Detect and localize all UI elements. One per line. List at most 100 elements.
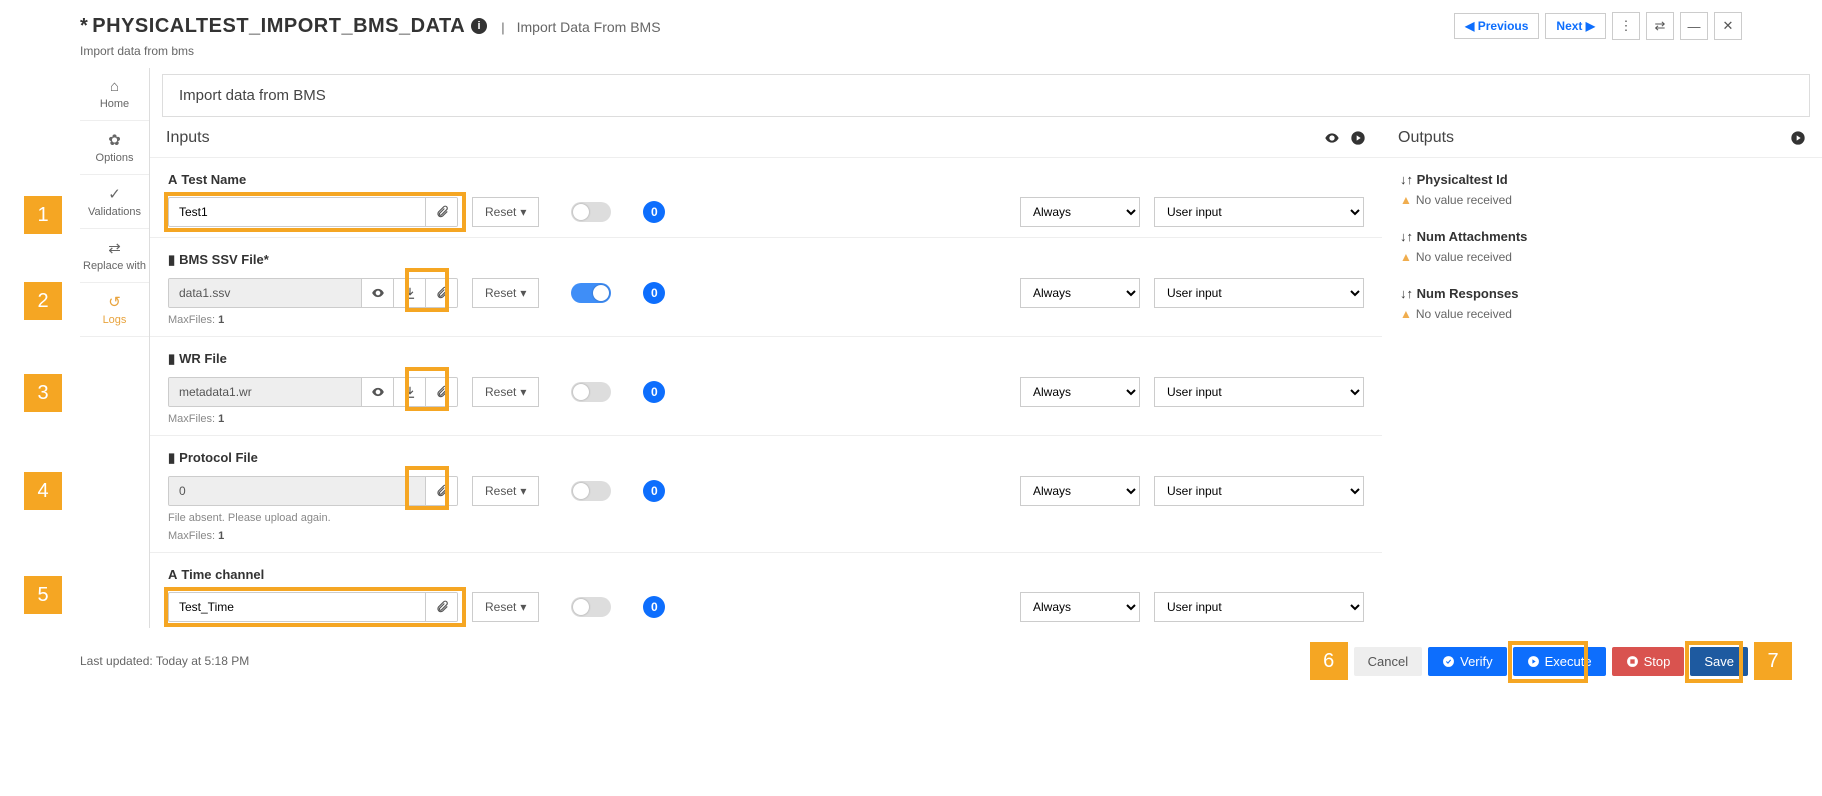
input-block-wr-file: ▮WR File Reset ▾ 0 (150, 337, 1382, 436)
toggle-time-channel[interactable] (571, 597, 611, 617)
reset-button[interactable]: Reset ▾ (472, 592, 539, 622)
source-dropdown[interactable]: User input (1154, 377, 1364, 407)
attach-icon[interactable] (425, 378, 457, 406)
more-menu-icon[interactable]: ⋮ (1612, 12, 1640, 40)
play-icon[interactable] (1790, 130, 1806, 146)
input-block-bms-ssv: ▮BMS SSV File* Reset ▾ 0 (150, 238, 1382, 337)
sidebar-item-home[interactable]: ⌂ Home (80, 68, 149, 121)
step-marker-6: 6 (1310, 642, 1348, 680)
warning-icon: ▲ (1400, 193, 1412, 207)
step-marker-5: 5 (24, 576, 62, 614)
step-marker-3: 3 (24, 374, 62, 412)
sidebar-item-logs[interactable]: ↺ Logs (80, 283, 149, 337)
file-icon: ▮ (168, 252, 175, 267)
eye-icon[interactable] (1324, 130, 1340, 146)
condition-dropdown[interactable]: Always (1020, 476, 1140, 506)
minimize-icon[interactable]: — (1680, 12, 1708, 40)
gear-icon: ✿ (82, 131, 147, 149)
sidebar-item-validations[interactable]: ✓ Validations (80, 175, 149, 229)
eye-icon[interactable] (361, 279, 393, 307)
swap-icon: ⇄ (82, 239, 147, 257)
source-dropdown[interactable]: User input (1154, 476, 1364, 506)
verify-button[interactable]: Verify (1428, 647, 1507, 676)
text-icon: A (168, 567, 177, 582)
output-num-responses: ↓↑ Num Responses ▲No value received (1400, 286, 1804, 321)
cancel-button[interactable]: Cancel (1354, 647, 1422, 676)
sidebar-item-options[interactable]: ✿ Options (80, 121, 149, 175)
title-text: PHYSICALTEST_IMPORT_BMS_DATA (92, 15, 465, 38)
count-badge: 0 (643, 282, 665, 304)
input-block-test-name: ATest Name Reset ▾ 0 (150, 158, 1382, 238)
condition-dropdown[interactable]: Always (1020, 197, 1140, 227)
reset-button[interactable]: Reset ▾ (472, 197, 539, 227)
attach-icon[interactable] (425, 593, 457, 621)
toggle-bms-ssv[interactable] (571, 283, 611, 303)
play-icon[interactable] (1350, 130, 1366, 146)
toggle-wr-file[interactable] (571, 382, 611, 402)
count-badge: 0 (643, 596, 665, 618)
source-dropdown[interactable]: User input (1154, 592, 1364, 622)
sidebar-item-replace[interactable]: ⇄ Replace with (80, 229, 149, 283)
sidebar: ⌂ Home ✿ Options ✓ Validations ⇄ Replace… (80, 68, 150, 628)
count-badge: 0 (643, 480, 665, 502)
step-marker-7: 7 (1754, 642, 1792, 680)
file-icon: ▮ (168, 450, 175, 465)
history-icon: ↺ (82, 293, 147, 311)
page-subtitle: Import Data From BMS (517, 19, 661, 35)
toggle-test-name[interactable] (571, 202, 611, 222)
outputs-panel: Outputs ↓↑ Physicaltest Id ▲No value rec… (1382, 119, 1822, 628)
time-channel-input[interactable] (169, 593, 425, 621)
previous-button[interactable]: ◀ Previous (1454, 13, 1539, 39)
footer: Last updated: Today at 5:18 PM 6 Cancel … (0, 628, 1822, 694)
attach-icon[interactable] (425, 279, 457, 307)
sort-icon: ↓↑ (1400, 172, 1413, 187)
toggle-protocol[interactable] (571, 481, 611, 501)
page-title: * PHYSICALTEST_IMPORT_BMS_DATA i (80, 15, 487, 38)
description-bar: Import data from BMS (162, 74, 1810, 117)
source-dropdown[interactable]: User input (1154, 278, 1364, 308)
info-icon[interactable]: i (471, 18, 487, 34)
test-name-input[interactable] (169, 198, 425, 226)
next-button[interactable]: Next ▶ (1545, 13, 1606, 39)
reset-button[interactable]: Reset ▾ (472, 377, 539, 407)
condition-dropdown[interactable]: Always (1020, 278, 1140, 308)
save-button[interactable]: Save (1690, 647, 1748, 676)
count-badge: 0 (643, 381, 665, 403)
download-icon[interactable] (393, 279, 425, 307)
count-badge: 0 (643, 201, 665, 223)
protocol-input[interactable] (169, 477, 425, 505)
execute-button[interactable]: Execute (1513, 647, 1606, 676)
output-physicaltest-id: ↓↑ Physicaltest Id ▲No value received (1400, 172, 1804, 207)
output-num-attachments: ↓↑ Num Attachments ▲No value received (1400, 229, 1804, 264)
swap-icon[interactable]: ⇄ (1646, 12, 1674, 40)
step-marker-2: 2 (24, 282, 62, 320)
condition-dropdown[interactable]: Always (1020, 377, 1140, 407)
source-dropdown[interactable]: User input (1154, 197, 1364, 227)
header-description: Import data from bms (0, 44, 1822, 68)
reset-button[interactable]: Reset ▾ (472, 476, 539, 506)
warning-icon: ▲ (1400, 250, 1412, 264)
warning-icon: ▲ (1400, 307, 1412, 321)
input-block-time-channel: ATime channel Reset ▾ 0 Always User i (150, 553, 1382, 628)
modified-indicator: * (80, 15, 88, 38)
last-updated: Last updated: Today at 5:18 PM (80, 654, 249, 668)
close-icon[interactable]: ✕ (1714, 12, 1742, 40)
wr-file-input[interactable] (169, 378, 361, 406)
attach-icon[interactable] (425, 198, 457, 226)
condition-dropdown[interactable]: Always (1020, 592, 1140, 622)
download-icon[interactable] (393, 378, 425, 406)
eye-icon[interactable] (361, 378, 393, 406)
stop-button[interactable]: Stop (1612, 647, 1685, 676)
attach-icon[interactable] (425, 477, 457, 505)
check-icon: ✓ (82, 185, 147, 203)
outputs-title: Outputs (1398, 129, 1454, 147)
title-separator: | (501, 20, 504, 35)
reset-button[interactable]: Reset ▾ (472, 278, 539, 308)
sort-icon: ↓↑ (1400, 286, 1413, 301)
input-block-protocol: ▮Protocol File Reset ▾ 0 Always User (150, 436, 1382, 553)
step-marker-1: 1 (24, 196, 62, 234)
sort-icon: ↓↑ (1400, 229, 1413, 244)
bms-ssv-input[interactable] (169, 279, 361, 307)
inputs-title: Inputs (166, 129, 210, 147)
home-icon: ⌂ (82, 78, 147, 95)
